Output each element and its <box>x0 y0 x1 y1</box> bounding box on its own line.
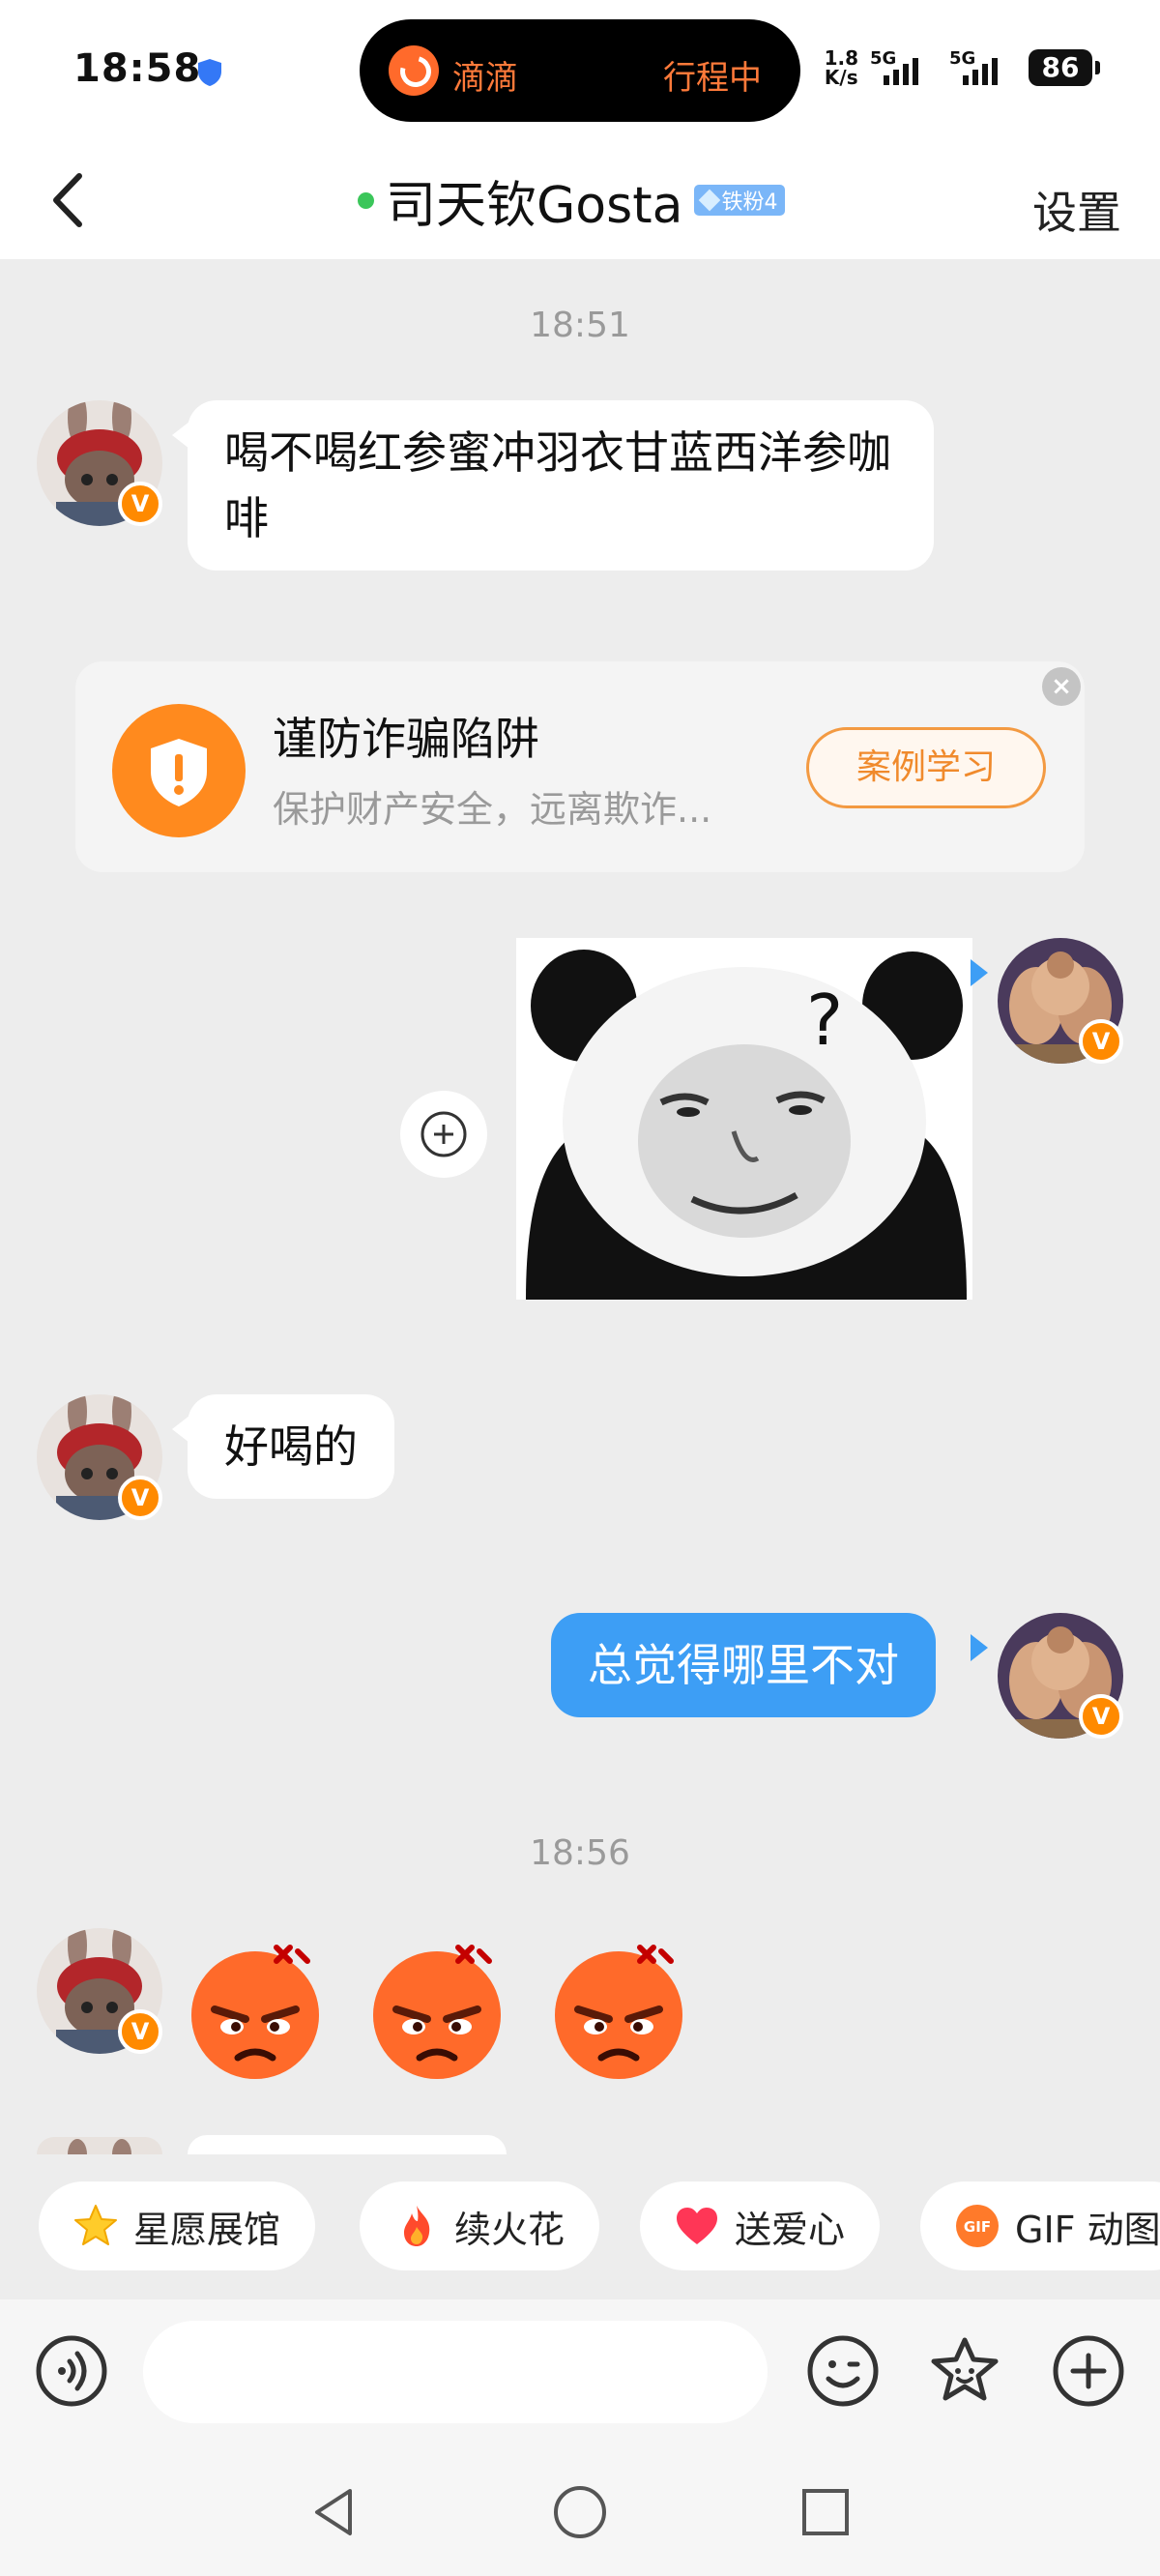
diamond-icon <box>699 189 721 212</box>
angry-emoji-icon[interactable] <box>184 1938 327 2081</box>
back-arrow-icon[interactable] <box>44 164 93 236</box>
emoji-face-icon[interactable] <box>806 2334 880 2408</box>
settings-button[interactable]: 设置 <box>1032 178 1121 242</box>
verified-badge-icon: V <box>1079 1694 1123 1739</box>
nav-recents-icon[interactable] <box>797 2483 855 2541</box>
timestamp: 18:56 <box>530 1833 630 1873</box>
message-bubble-received <box>188 2135 507 2154</box>
quick-actions-bar: 星愿展馆 续火花 送爱心 GIF GIF 动图 <box>0 2154 1160 2299</box>
message-bubble-received[interactable]: 好喝的 <box>188 1394 394 1499</box>
message-bubble-received[interactable]: 喝不喝红参蜜冲羽衣甘蓝西洋参咖啡 <box>188 400 934 571</box>
verified-badge-icon: V <box>118 2009 162 2054</box>
angry-emoji-icon[interactable] <box>547 1938 690 2081</box>
quick-action-gif[interactable]: GIF GIF 动图 <box>920 2181 1160 2270</box>
anti-fraud-notice: 谨防诈骗陷阱 保护财产安全，远离欺诈... 案例学习 × <box>75 661 1085 872</box>
fan-level-badge: 铁粉4 <box>694 185 786 216</box>
online-status-dot <box>358 191 374 209</box>
close-icon[interactable]: × <box>1042 667 1081 706</box>
avatar-friend <box>37 2137 162 2154</box>
plus-icon[interactable] <box>1052 2334 1125 2408</box>
island-app-name: 滴滴 <box>452 59 518 98</box>
notice-subtitle: 保护财产安全，远离欺诈... <box>273 788 712 831</box>
verified-badge-icon: V <box>118 482 162 526</box>
bubble-tail <box>971 1634 988 1661</box>
input-bar <box>0 2299 1160 2443</box>
svg-text:GIF: GIF <box>964 2218 991 2236</box>
notice-title: 谨防诈骗陷阱 <box>273 713 539 765</box>
gif-icon: GIF <box>956 2205 999 2247</box>
quick-action-send-heart[interactable]: 送爱心 <box>640 2181 881 2270</box>
panda-meme-sticker[interactable]: ? <box>516 938 972 1300</box>
nav-back-icon[interactable] <box>305 2483 363 2541</box>
quick-action-spark[interactable]: 续火花 <box>360 2181 600 2270</box>
signal-5g-icon: 5G <box>949 48 1017 87</box>
star-icon <box>74 2205 117 2245</box>
verified-badge-icon: V <box>1079 1019 1123 1064</box>
quick-action-star-gallery[interactable]: 星愿展馆 <box>39 2181 316 2270</box>
net-speed: 1.8 K/s <box>824 46 858 89</box>
bubble-tail <box>971 959 988 986</box>
status-indicators: 1.8 K/s 5G 5G 86 <box>824 46 1100 89</box>
system-nav-bar <box>0 2443 1160 2576</box>
chat-title-group[interactable]: 司天钦Gosta 铁粉4 <box>358 164 786 236</box>
island-trip-status: 行程中 <box>663 59 762 98</box>
nav-home-icon[interactable] <box>551 2483 609 2541</box>
svg-text:?: ? <box>806 980 843 1061</box>
case-study-button[interactable]: 案例学习 <box>806 727 1046 808</box>
status-bar: 18:58 滴滴 行程中 1.8 K/s 5G 5G 86 <box>0 0 1160 145</box>
message-input[interactable] <box>143 2321 768 2423</box>
battery-icon: 86 <box>1029 49 1100 86</box>
heart-icon <box>677 2208 717 2244</box>
shield-warning-icon <box>112 704 246 837</box>
angry-emoji-icon[interactable] <box>365 1938 508 2081</box>
chat-title: 司天钦Gosta <box>386 176 683 235</box>
didi-logo-icon <box>389 45 439 96</box>
verified-badge-icon: V <box>118 1476 162 1520</box>
voice-icon[interactable] <box>35 2334 108 2408</box>
flame-icon <box>404 2206 430 2246</box>
add-sticker-button[interactable] <box>400 1091 487 1178</box>
sticker-star-icon[interactable] <box>928 2334 1001 2408</box>
message-bubble-sent[interactable]: 总觉得哪里不对 <box>551 1613 936 1717</box>
timestamp: 18:51 <box>530 306 630 345</box>
chat-header: 司天钦Gosta 铁粉4 设置 <box>0 145 1160 259</box>
shield-icon <box>198 59 221 86</box>
status-time: 18:58 <box>73 46 202 91</box>
dynamic-island-trip[interactable]: 滴滴 行程中 <box>360 19 800 122</box>
signal-5g-icon: 5G <box>870 48 938 87</box>
